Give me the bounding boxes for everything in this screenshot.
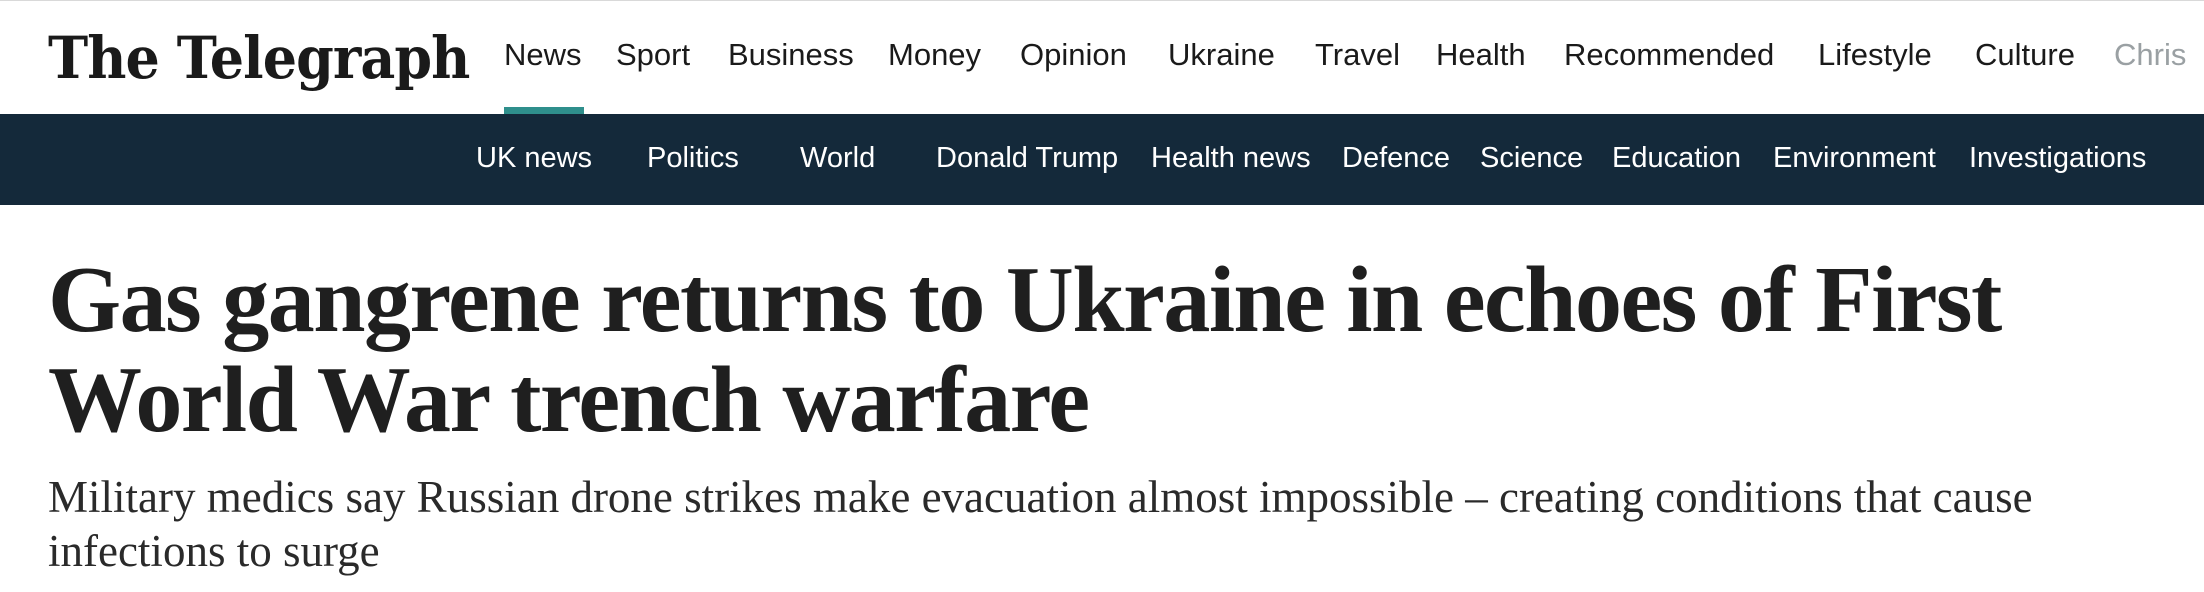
nav-item-money[interactable]: Money [888, 37, 981, 73]
nav-item-health[interactable]: Health [1436, 37, 1526, 73]
article-standfirst: Military medics say Russian drone strike… [48, 472, 2033, 576]
subnav-item-environment[interactable]: Environment [1773, 142, 1936, 175]
nav-item-opinion[interactable]: Opinion [1020, 37, 1127, 73]
subnav-item-education[interactable]: Education [1612, 142, 1741, 175]
subnav-item-investigations[interactable]: Investigations [1969, 142, 2146, 175]
nav-item-news[interactable]: News [504, 37, 582, 73]
secondary-nav: UK news Politics World Donald Trump Heal… [0, 114, 2204, 205]
nav-item-ukraine[interactable]: Ukraine [1168, 37, 1275, 73]
primary-nav: News Sport Business Money Opinion Ukrain… [504, 1, 2204, 115]
nav-item-chris[interactable]: Chris [2114, 37, 2186, 73]
subnav-item-health-news[interactable]: Health news [1151, 142, 1311, 175]
article-headline: Gas gangrene returns to Ukraine in echoe… [48, 248, 2002, 452]
nav-item-lifestyle[interactable]: Lifestyle [1818, 37, 1932, 73]
subnav-item-donald-trump[interactable]: Donald Trump [936, 142, 1118, 175]
subnav-item-science[interactable]: Science [1480, 142, 1583, 175]
nav-item-recommended[interactable]: Recommended [1564, 37, 1774, 73]
subnav-item-uk-news[interactable]: UK news [476, 142, 592, 175]
subnav-item-defence[interactable]: Defence [1342, 142, 1450, 175]
nav-item-business[interactable]: Business [728, 37, 854, 73]
telegraph-logo[interactable]: The Telegraph [48, 15, 470, 101]
nav-item-sport[interactable]: Sport [616, 37, 690, 73]
subnav-item-world[interactable]: World [800, 142, 875, 175]
nav-item-travel[interactable]: Travel [1315, 37, 1400, 73]
site-header: The Telegraph News Sport Business Money … [0, 0, 2204, 115]
subnav-item-politics[interactable]: Politics [647, 142, 739, 175]
nav-item-culture[interactable]: Culture [1975, 37, 2075, 73]
